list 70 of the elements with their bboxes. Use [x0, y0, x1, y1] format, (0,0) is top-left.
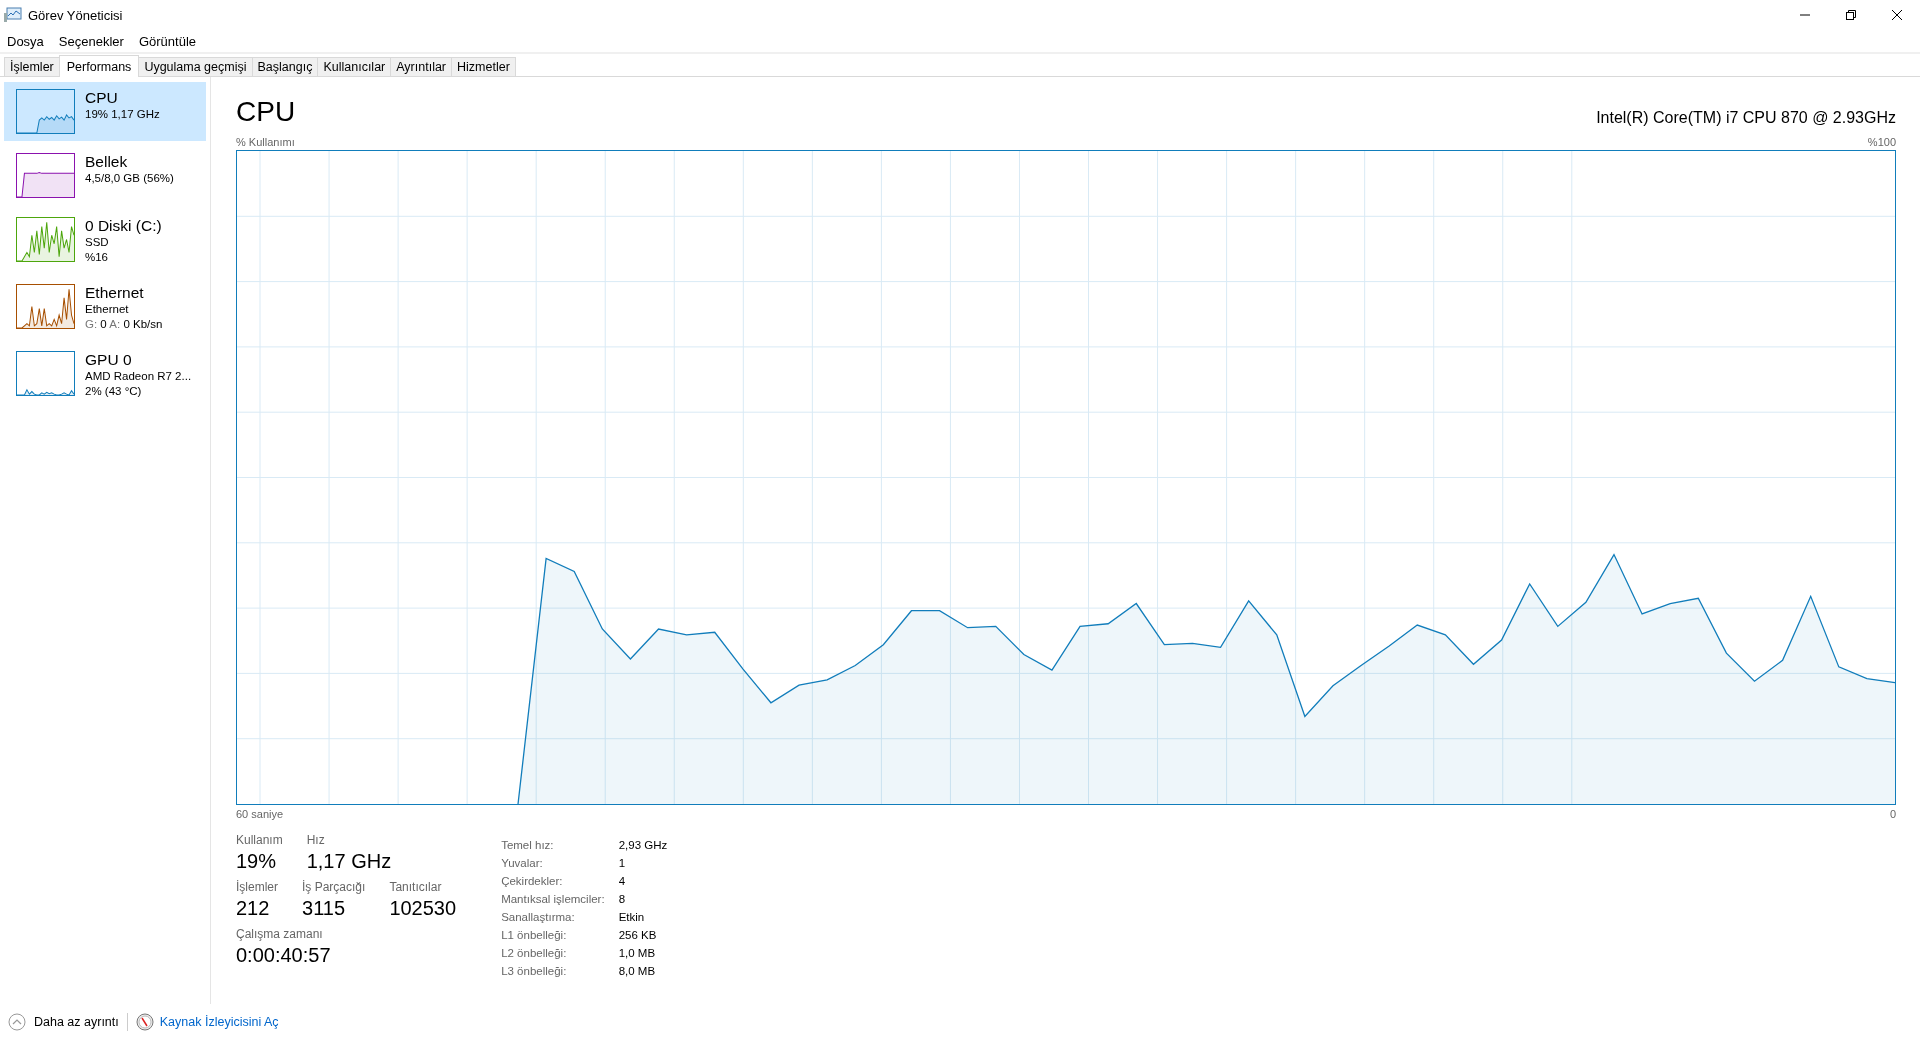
resource-detail: 2% (43 °C)	[85, 384, 143, 399]
resource-name: Bellek	[85, 153, 129, 171]
resource-detail: 4,5/8,0 GB (56%)	[85, 171, 174, 186]
resource-detail: 19% 1,17 GHz	[85, 107, 160, 122]
detail-label: Çekirdekler:	[501, 874, 564, 889]
processor-name: Intel(R) Core(TM) i7 CPU 870 @ 2.93GHz	[1596, 109, 1896, 127]
resource-detail: SSD	[85, 235, 110, 250]
gauge-icon	[135, 1013, 154, 1031]
graph-caption: % Kullanımı	[236, 135, 295, 150]
stat-value: 1,17 GHz	[306, 849, 392, 874]
detail-label: L1 önbelleği:	[501, 928, 568, 943]
resource-name: GPU 0	[85, 351, 133, 369]
chevron-up-circle-icon[interactable]	[8, 1013, 26, 1031]
detail-label: L3 önbelleği:	[501, 964, 568, 979]
resource-detail: G: 0 A: 0 Kb/sn	[85, 317, 163, 332]
resource-item[interactable]: Ethernet Ethernet G: 0 A: 0 Kb/sn	[4, 277, 206, 339]
resource-item[interactable]: CPU 19% 1,17 GHz	[4, 82, 206, 141]
window-title: Görev Yöneticisi	[28, 7, 123, 23]
restore-icon[interactable]	[1845, 9, 1857, 21]
stat-label: Kullanım	[236, 832, 283, 848]
resource-item[interactable]: Bellek 4,5/8,0 GB (56%)	[4, 146, 206, 205]
tab[interactable]: Hizmetler	[451, 57, 516, 76]
detail-value: 256 KB	[618, 928, 658, 943]
resource-name: CPU	[85, 89, 119, 107]
tab[interactable]: Kullanıcılar	[317, 57, 392, 76]
graph-end-label: 0	[1889, 807, 1896, 822]
graph-max-label: %100	[1867, 135, 1896, 150]
stat-value: 212	[236, 896, 271, 921]
detail-value: 2,93 GHz	[618, 838, 668, 853]
stat-value: 3115	[302, 896, 347, 921]
detail-value: 8	[618, 892, 627, 907]
panel-title: CPU	[236, 95, 296, 129]
resource-detail: Ethernet	[85, 302, 130, 317]
stat-value: 19%	[236, 849, 278, 874]
stat-label: Hız	[306, 832, 326, 848]
fewer-details-button[interactable]: Daha az ayrıntı	[34, 1015, 119, 1029]
resource-item[interactable]: 0 Diski (C:) SSD %16	[4, 210, 206, 272]
stat-label: İş Parçacığı	[302, 879, 366, 895]
detail-value: Etkin	[618, 910, 646, 925]
detail-value: 1,0 MB	[618, 946, 657, 961]
stat-value: 0:00:40:57	[236, 943, 331, 968]
tab[interactable]: Uygulama geçmişi	[138, 57, 253, 76]
menu-item[interactable]: Dosya	[4, 33, 52, 49]
tab[interactable]: İşlemler	[4, 57, 60, 76]
app-icon	[4, 7, 22, 23]
detail-label: L2 önbelleği:	[501, 946, 568, 961]
resource-detail: AMD Radeon R7 2...	[85, 369, 192, 384]
detail-value: 1	[618, 856, 627, 871]
menu-item[interactable]: Seçenekler	[55, 33, 132, 49]
graph-time-label: 60 saniye	[236, 807, 284, 822]
detail-label: Sanallaştırma:	[501, 910, 576, 925]
detail-value: 4	[618, 874, 627, 889]
resource-detail: %16	[85, 250, 110, 265]
detail-value: 8,0 MB	[618, 964, 657, 979]
detail-label: Yuvalar:	[501, 856, 544, 871]
stat-label: İşlemler	[236, 879, 278, 895]
close-icon[interactable]	[1891, 9, 1903, 21]
menu-item[interactable]: Görüntüle	[135, 33, 204, 49]
tab[interactable]: Ayrıntılar	[390, 57, 453, 76]
resource-monitor-link[interactable]: Kaynak İzleyicisini Aç	[159, 1015, 279, 1029]
resource-name: Ethernet	[85, 284, 145, 302]
tab[interactable]: Başlangıç	[251, 57, 319, 76]
resource-item[interactable]: GPU 0 AMD Radeon R7 2... 2% (43 °C)	[4, 344, 206, 406]
stat-label: Tanıtıcılar	[389, 879, 443, 895]
detail-label: Temel hız:	[501, 838, 555, 853]
resource-name: 0 Diski (C:)	[85, 217, 162, 235]
stat-label: Çalışma zamanı	[236, 926, 324, 942]
stat-value: 102530	[389, 896, 457, 921]
detail-label: Mantıksal işlemciler:	[501, 892, 605, 907]
tab[interactable]: Performans	[58, 55, 140, 77]
